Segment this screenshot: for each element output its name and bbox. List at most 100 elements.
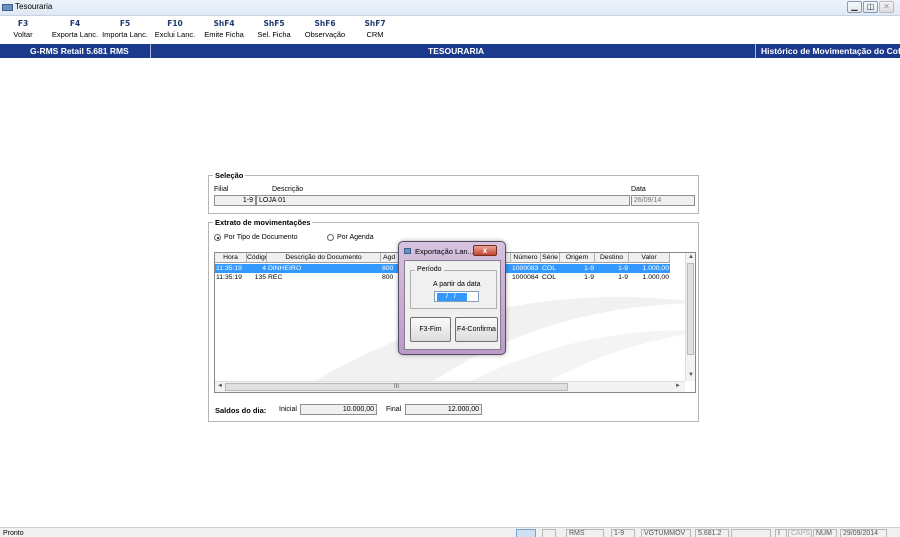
status-bar: Pronto RMS 1-9 VGTUMMOV 5.681.2 I CAPS N… (0, 527, 900, 537)
filial-field[interactable]: 1-9 (214, 195, 256, 206)
cell-valor: 1.000,00 (642, 274, 669, 281)
status-num: NUM (813, 529, 837, 537)
toolbar-exclui-button[interactable]: F10 Exclui Lanc. (154, 19, 196, 39)
system-version: G-RMS Retail 5.681 RMS (30, 46, 129, 56)
saldo-final-field: 12.000,00 (405, 404, 482, 415)
radio-dot-selected (214, 234, 221, 241)
fkey-label: Exclui Lanc. (154, 30, 196, 39)
f3-fim-button[interactable]: F3-Fim (410, 317, 451, 342)
radio-dot (327, 234, 334, 241)
fkey-code: F5 (119, 19, 131, 28)
header-divider (150, 44, 151, 58)
extrato-title: Extrato de movimentações (213, 218, 313, 227)
cell-origem: 1-9 (584, 274, 594, 281)
col-serie[interactable]: Série (541, 253, 560, 263)
toolbar-emite-ficha-button[interactable]: ShF4 Emite Ficha (203, 19, 245, 39)
filial-label: Filial (214, 186, 229, 193)
maximize-button[interactable]: ◫ (863, 1, 878, 13)
status-text: Pronto (3, 530, 24, 537)
status-filial: 1-9 (611, 529, 635, 537)
module-title: TESOURARIA (428, 46, 485, 56)
dialog-close-button[interactable]: x (473, 245, 497, 256)
cell-numero: 1000083 (512, 265, 539, 272)
grid-horizontal-scrollbar[interactable]: ◄ III ► (215, 381, 685, 392)
status-empty (731, 529, 771, 537)
cell-descricao: DINHEIRO (268, 265, 302, 272)
saldos-label: Saldos do dia: (215, 406, 267, 415)
fkey-code: ShF4 (213, 19, 235, 28)
periodo-group: Período A partir da data / / (410, 266, 497, 309)
horizontal-scroll-thumb[interactable]: III (225, 383, 568, 391)
fkey-label: Emite Ficha (204, 30, 244, 39)
toolbar-exporta-button[interactable]: F4 Exporta Lanc. (51, 19, 99, 39)
col-valor[interactable]: Valor (629, 253, 670, 263)
periodo-title: Período (415, 266, 444, 273)
fkey-label: Importa Lanc. (102, 30, 148, 39)
scroll-down-icon[interactable]: ▼ (688, 372, 694, 378)
function-key-toolbar: F3 Voltar F4 Exporta Lanc. F5 Importa La… (0, 17, 900, 43)
col-descricao[interactable]: Descrição do Documento (267, 253, 381, 263)
window-controls: ▁ ◫ ✕ (847, 1, 894, 13)
grid-vertical-scrollbar[interactable]: ▲ ▼ (685, 253, 695, 381)
descricao-field[interactable]: LOJA 01 (256, 195, 630, 206)
descricao-label: Descrição (272, 186, 304, 193)
status-caps: CAPS (788, 529, 812, 537)
exportacao-dialog: Exportação Lan... x Período A partir da … (398, 241, 506, 355)
col-numero[interactable]: Número (511, 253, 541, 263)
fkey-code: F10 (167, 19, 183, 28)
toolbar-sel-ficha-button[interactable]: ShF5 Sel. Ficha (255, 19, 293, 39)
dialog-title: Exportação Lan... (415, 247, 474, 256)
dialog-body: Período A partir da data / / F3-Fim F4-C… (404, 260, 501, 350)
fkey-code: ShF5 (263, 19, 285, 28)
cell-numero: 1000084 (512, 274, 539, 281)
col-hora[interactable]: Hora (215, 253, 247, 263)
fkey-code: F4 (69, 19, 81, 28)
window-title: Tesouraria (15, 2, 53, 11)
status-program: VGTUMMOV (641, 529, 691, 537)
col-destino[interactable]: Destino (595, 253, 629, 263)
network-icon (516, 529, 536, 537)
minimize-button[interactable]: ▁ (847, 1, 862, 13)
saldo-final-label: Final (386, 406, 402, 413)
vertical-scroll-thumb[interactable] (687, 263, 694, 355)
date-value: / / (437, 293, 467, 301)
data-field[interactable]: 26/09/14 (631, 195, 695, 206)
scroll-left-icon[interactable]: ◄ (217, 383, 223, 389)
app-icon (2, 4, 13, 11)
fkey-label: Exporta Lanc. (51, 30, 99, 39)
cell-serie: COL (542, 265, 556, 272)
radio-por-agenda[interactable]: Por Agenda (327, 234, 374, 241)
f4-confirma-button[interactable]: F4-Confirma (455, 317, 498, 342)
radio-por-tipo[interactable]: Por Tipo de Documento (214, 234, 298, 241)
toolbar-crm-button[interactable]: ShF7 CRM (362, 19, 388, 39)
cell-codigo: 4 (262, 265, 266, 272)
cell-destino: 1-9 (618, 265, 628, 272)
header-divider (755, 44, 756, 58)
status-ins: I (775, 529, 787, 537)
radio-por-agenda-label: Por Agenda (337, 234, 374, 241)
col-origem[interactable]: Origem (560, 253, 595, 263)
title-bar: Tesouraria ▁ ◫ ✕ (0, 0, 900, 16)
fkey-label: CRM (366, 30, 384, 39)
fkey-code: ShF7 (364, 19, 386, 28)
scroll-up-icon[interactable]: ▲ (688, 254, 694, 260)
close-window-button[interactable]: ✕ (879, 1, 894, 13)
col-codigo[interactable]: Código (247, 253, 267, 263)
selecao-title: Seleção (213, 171, 246, 180)
status-user: RMS (566, 529, 604, 537)
date-input[interactable]: / / (434, 291, 479, 302)
cell-hora: 11:35:19 (216, 274, 242, 281)
toolbar-observacao-button[interactable]: ShF6 Observação (303, 19, 347, 39)
cell-destino: 1-9 (618, 274, 628, 281)
toolbar-importa-button[interactable]: F5 Importa Lanc. (101, 19, 149, 39)
printer-icon (542, 529, 556, 537)
module-header: G-RMS Retail 5.681 RMS TESOURARIA Histór… (0, 44, 900, 58)
fkey-label: Sel. Ficha (257, 30, 291, 39)
saldo-inicial-field: 10.000,00 (300, 404, 377, 415)
cell-descricao: REC (268, 274, 283, 281)
fkey-code: ShF6 (314, 19, 336, 28)
scroll-right-icon[interactable]: ► (675, 383, 681, 389)
toolbar-voltar-button[interactable]: F3 Voltar (7, 19, 39, 39)
radio-por-tipo-label: Por Tipo de Documento (224, 234, 298, 241)
cell-hora: 11:35:19 (216, 265, 242, 272)
